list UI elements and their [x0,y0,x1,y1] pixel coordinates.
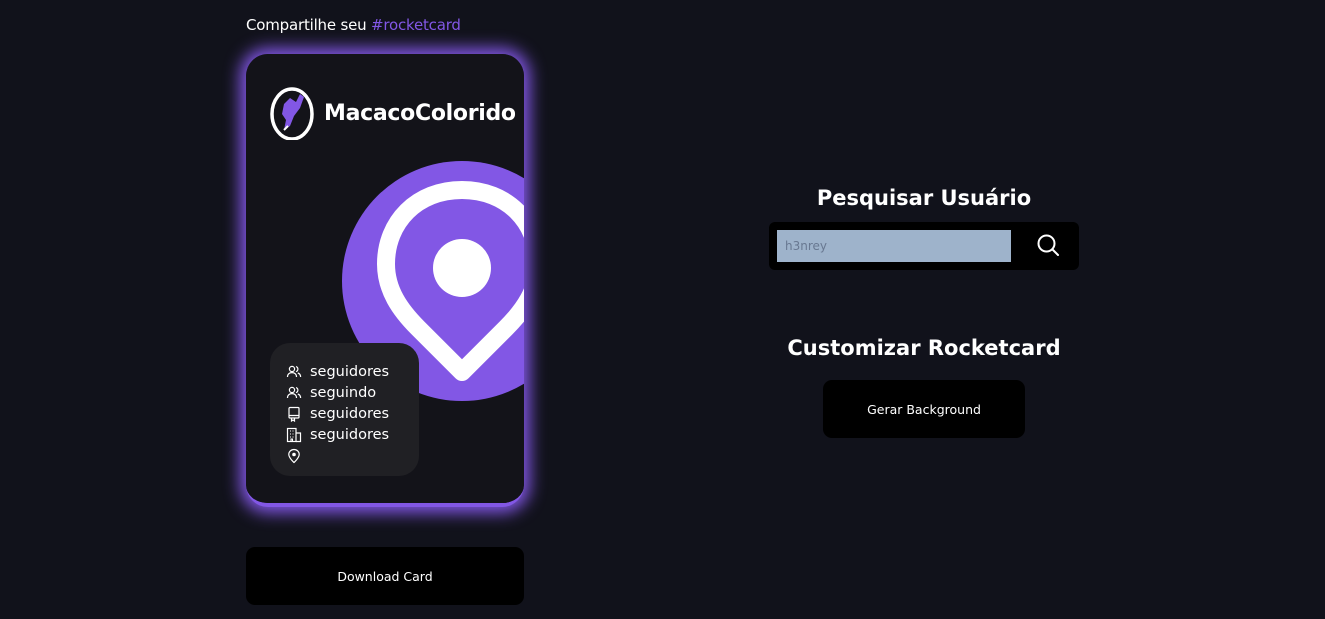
stat-label: seguidores [310,363,390,380]
download-card-button[interactable]: Download Card [246,547,524,605]
rocketcard-body: MacacoColorido seguidores seguindo segui… [246,54,524,503]
stats-panel: seguidores seguindo seguidores seguidore… [270,343,419,476]
stat-label: seguidores [310,405,390,422]
search-title: Pesquisar Usuário [816,186,1032,210]
share-prefix: Compartilhe seu [246,16,371,34]
search-button[interactable] [1035,232,1061,258]
share-caption: Compartilhe seu #rocketcard [246,16,461,34]
search-input[interactable] [777,230,1011,262]
user-avatar-icon [270,87,314,140]
map-pin-icon [288,448,300,463]
generate-background-button[interactable]: Gerar Background [823,380,1025,438]
search-bar [769,222,1079,270]
stat-following: seguindo [286,382,419,403]
page: Compartilhe seu #rocketcard MacacoColori… [0,0,1325,619]
book-icon [288,406,300,422]
customize-title: Customizar Rocketcard [787,336,1061,360]
share-hashtag: #rocketcard [370,16,461,34]
stat-label: seguindo [310,384,377,401]
stat-location [286,445,419,466]
users-icon [286,386,302,398]
stat-label: seguidores [310,426,390,443]
stat-repositories: seguidores [286,403,419,424]
rocketcard: MacacoColorido seguidores seguindo segui… [246,54,524,507]
users-icon [286,365,302,377]
stat-company: seguidores [286,424,419,445]
card-username: MacacoColorido [324,100,516,126]
stat-followers: seguidores [286,361,419,382]
search-icon [1037,234,1059,256]
card-header: MacacoColorido [270,86,516,140]
building-icon [286,427,302,442]
